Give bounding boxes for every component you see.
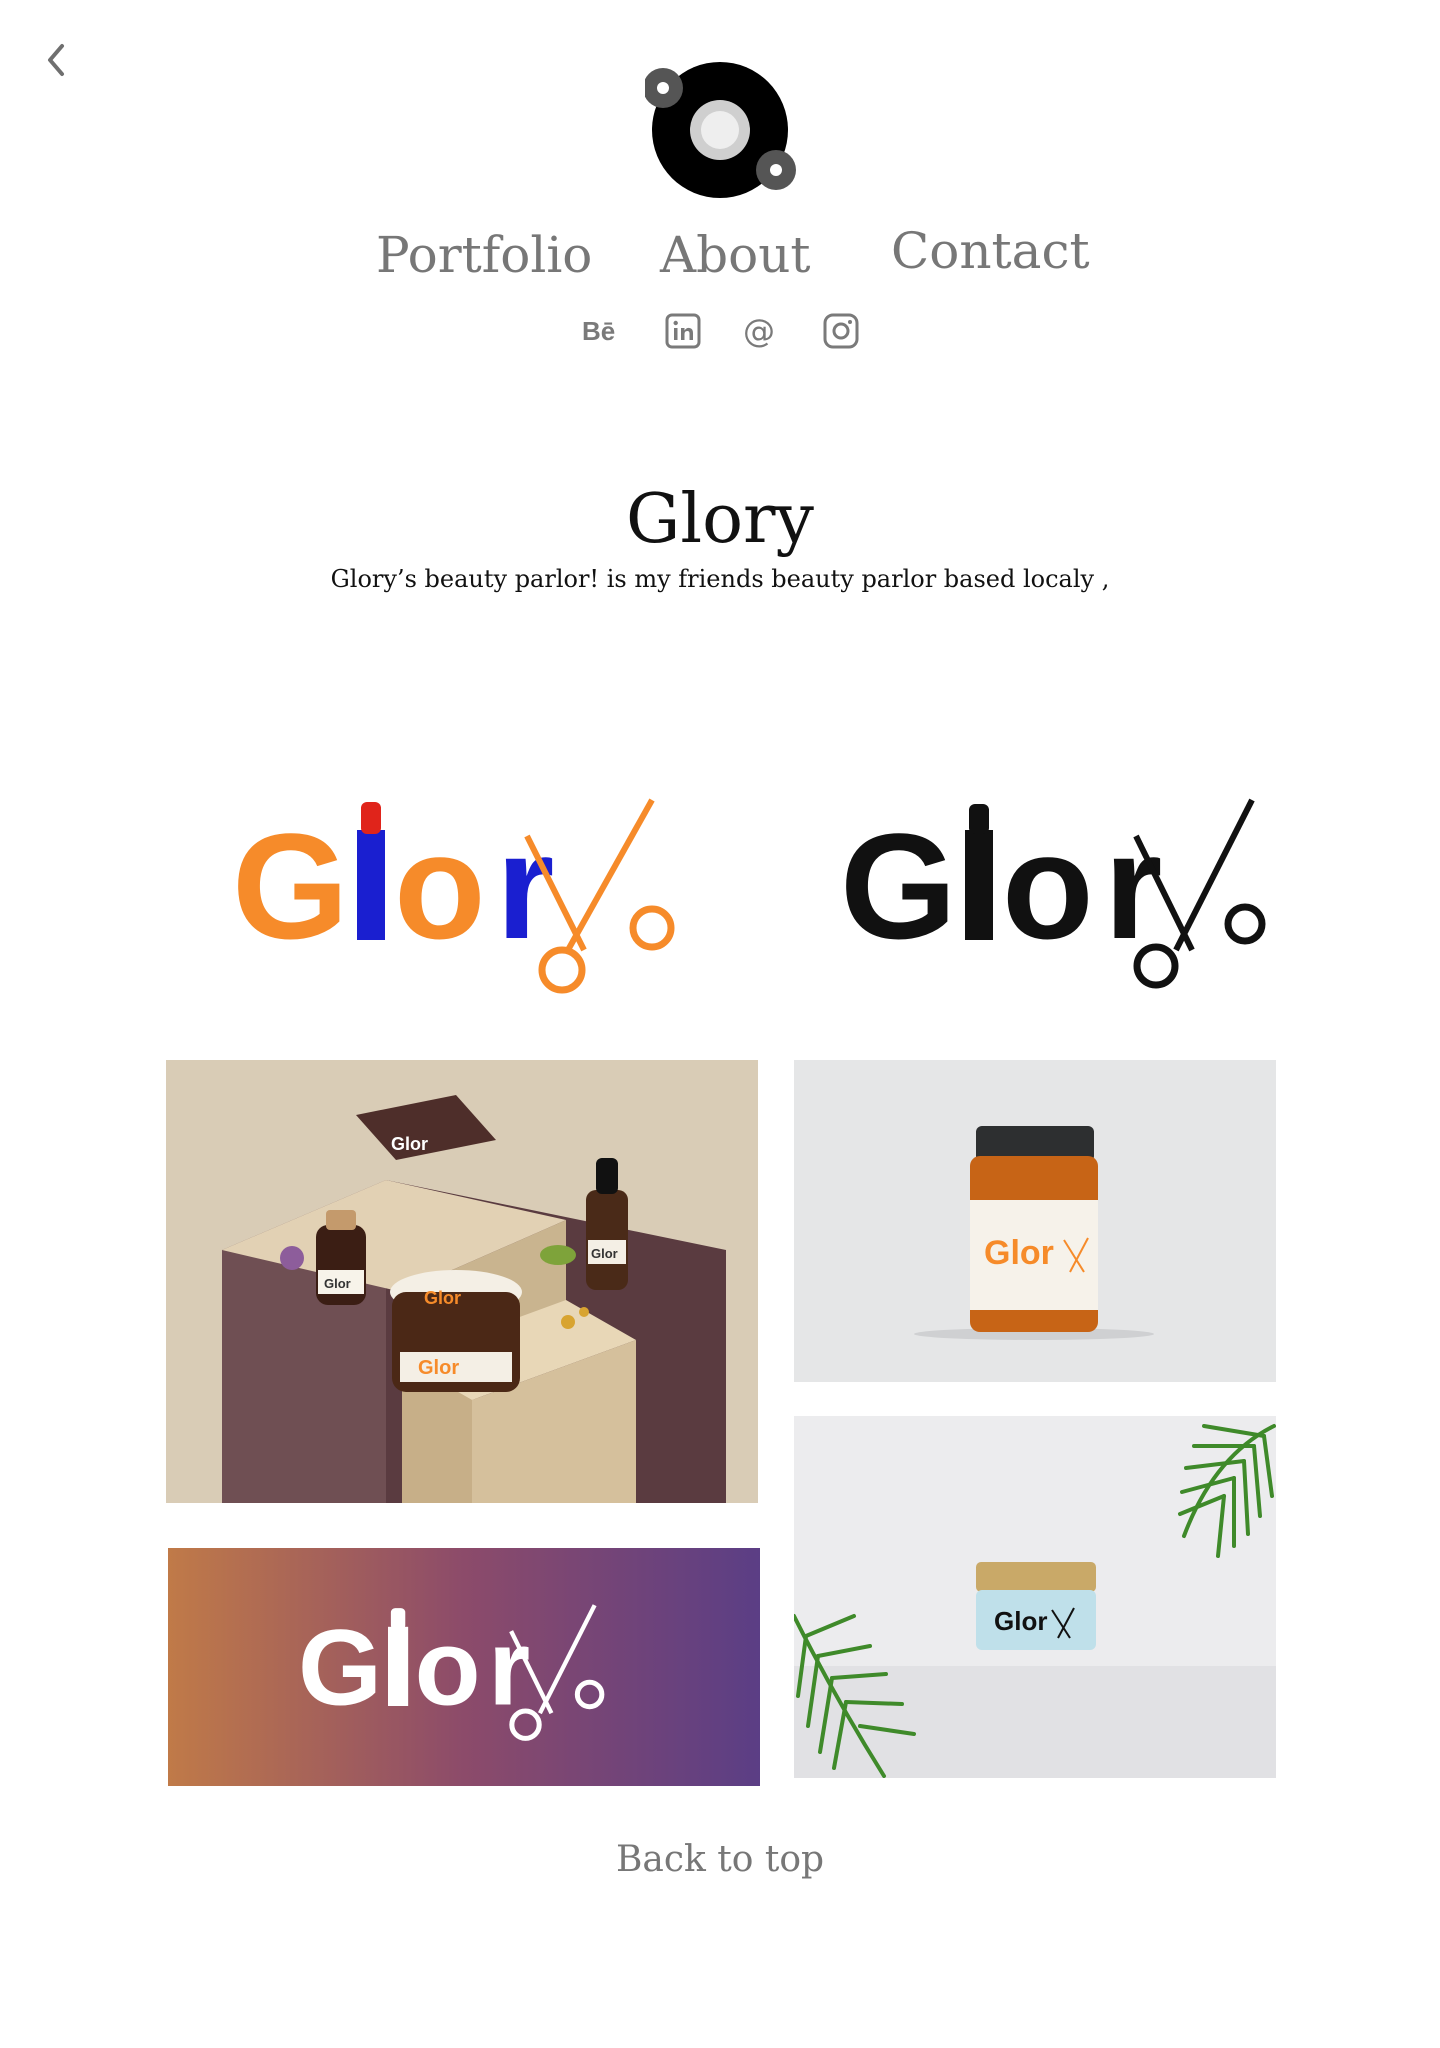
- glory-color-logo: G o r: [232, 798, 675, 994]
- svg-text:G: G: [298, 1607, 382, 1728]
- svg-text:G: G: [232, 802, 349, 970]
- email-icon[interactable]: @: [742, 312, 780, 350]
- svg-text:o: o: [1002, 802, 1094, 970]
- nav-contact[interactable]: Contact: [891, 218, 1090, 284]
- svg-text:G: G: [840, 802, 957, 970]
- behance-icon[interactable]: Bē: [580, 312, 618, 350]
- project-title: Glory: [626, 480, 814, 559]
- svg-text:Glor: Glor: [984, 1234, 1054, 1272]
- svg-text:Glor: Glor: [424, 1288, 461, 1308]
- gradient-logo-banner: G o r: [168, 1548, 760, 1786]
- instagram-icon[interactable]: [822, 312, 860, 350]
- nav-portfolio[interactable]: Portfolio: [376, 222, 592, 288]
- nav-about[interactable]: About: [660, 222, 811, 288]
- svg-text:Glor: Glor: [994, 1606, 1047, 1636]
- svg-text:o: o: [394, 802, 486, 970]
- glory-black-logo: G o r: [840, 798, 1266, 989]
- linkedin-icon[interactable]: [664, 312, 702, 350]
- jar-mockup: Glor: [794, 1060, 1276, 1382]
- svg-text:Glor: Glor: [391, 1134, 428, 1154]
- chevron-left-icon[interactable]: [40, 40, 74, 80]
- project-description: Glory’s beauty parlor! is my friends bea…: [330, 565, 1110, 593]
- svg-text:r: r: [496, 802, 554, 970]
- back-to-top-link[interactable]: Back to top: [0, 1835, 1440, 1885]
- svg-text:Glor: Glor: [418, 1357, 459, 1379]
- svg-text:o: o: [415, 1607, 481, 1728]
- cosmetics-set-mockup: Glor Glor Glor Glor Glor: [166, 1060, 758, 1503]
- svg-text:Glor: Glor: [324, 1276, 351, 1291]
- svg-text:Glor: Glor: [591, 1246, 618, 1261]
- cream-jar-mockup: Glor: [794, 1416, 1276, 1778]
- svg-text:@: @: [743, 312, 775, 350]
- svg-text:Bē: Bē: [582, 316, 615, 346]
- site-logo[interactable]: [645, 60, 799, 200]
